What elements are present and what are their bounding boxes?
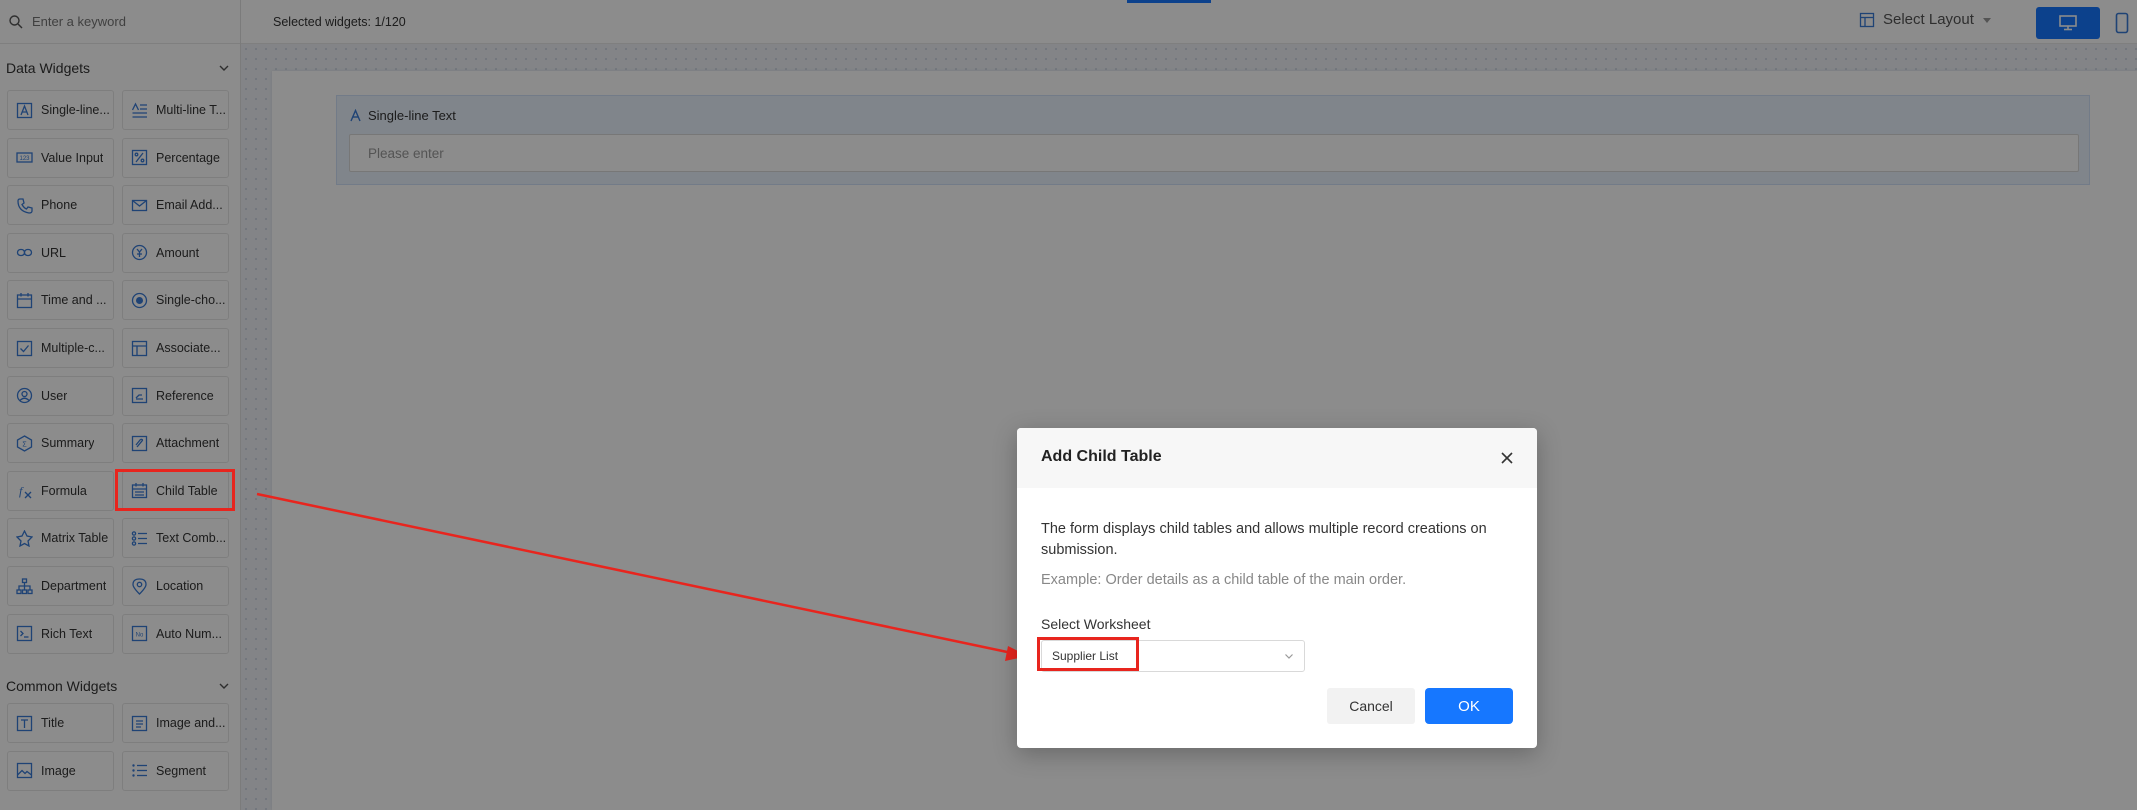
cancel-button[interactable]: Cancel: [1327, 688, 1415, 724]
chevron-down-icon: [1285, 654, 1293, 659]
add-child-table-dialog: Add Child Table The form displays child …: [1017, 428, 1537, 748]
supplier-list-highlight-box: [1037, 637, 1139, 671]
close-icon[interactable]: [1499, 450, 1515, 466]
dialog-header: Add Child Table: [1017, 428, 1537, 488]
dialog-description: The form displays child tables and allow…: [1041, 521, 1487, 558]
select-worksheet-label: Select Worksheet: [1041, 616, 1151, 632]
dialog-title: Add Child Table: [1041, 448, 1162, 465]
child-table-highlight-box: [115, 469, 235, 511]
dialog-example: Example: Order details as a child table …: [1041, 572, 1407, 588]
ok-button[interactable]: OK: [1425, 688, 1513, 724]
